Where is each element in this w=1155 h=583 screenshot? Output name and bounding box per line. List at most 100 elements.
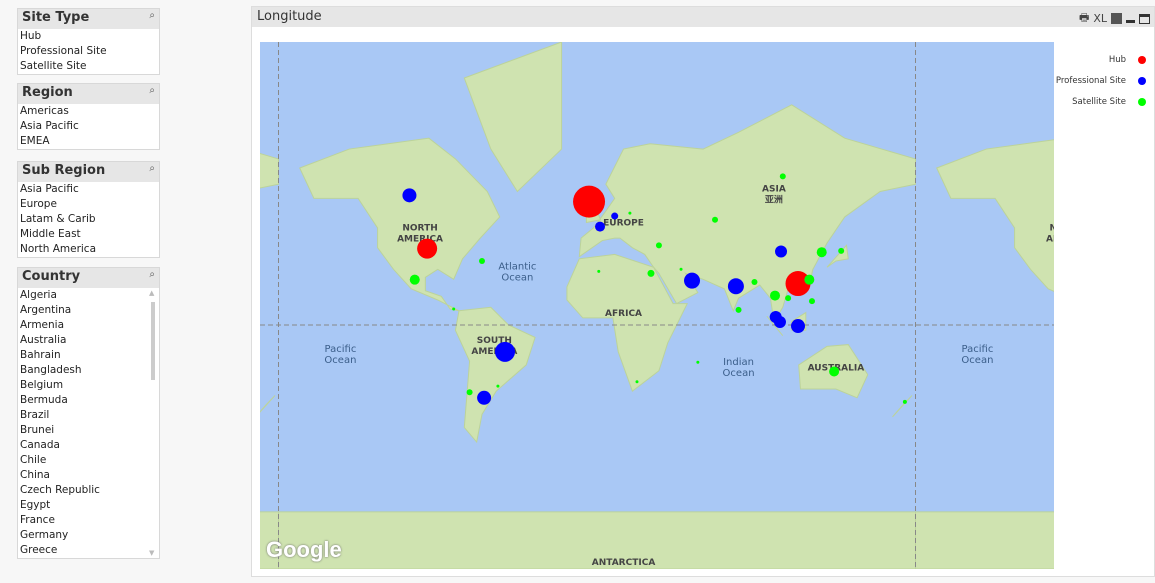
site-marker-satellite-site[interactable] (696, 360, 700, 364)
site-marker-satellite-site[interactable] (902, 399, 907, 404)
site-marker-professional-site[interactable] (402, 188, 417, 203)
listbox-item[interactable]: North America (18, 242, 159, 257)
listbox-item[interactable]: Armenia (18, 318, 159, 333)
map-label: Atlantic Ocean (498, 261, 536, 283)
listbox-item[interactable]: Germany (18, 528, 159, 543)
listbox-item[interactable]: Chile (18, 453, 159, 468)
send-to-excel-button[interactable]: XL (1093, 12, 1107, 25)
listbox-header[interactable]: Country ⌕ (18, 268, 159, 288)
listbox-item[interactable]: Hub (18, 29, 159, 44)
listbox-item[interactable]: Algeria (18, 288, 159, 303)
minimize-icon[interactable] (1126, 20, 1135, 23)
site-marker-satellite-site[interactable] (779, 173, 786, 180)
map-canvas[interactable]: NORTH AMERICASOUTH AMERICAEUROPEAFRICAASIA… (260, 42, 1054, 569)
listbox-item[interactable]: Brazil (18, 408, 159, 423)
site-marker-professional-site[interactable] (791, 319, 806, 334)
site-marker-professional-site[interactable] (477, 390, 492, 405)
listbox-item[interactable]: Professional Site (18, 44, 159, 59)
site-marker-satellite-site[interactable] (816, 247, 827, 258)
site-marker-satellite-site[interactable] (679, 267, 683, 271)
listbox-item[interactable]: Argentina (18, 303, 159, 318)
listbox-item[interactable]: Czech Republic (18, 483, 159, 498)
site-marker-satellite-site[interactable] (838, 247, 845, 254)
scroll-up-icon[interactable]: ▲ (149, 289, 154, 297)
scrollbar[interactable]: ▲ ▼ (148, 288, 159, 558)
listbox-item[interactable]: Asia Pacific (18, 182, 159, 197)
site-marker-satellite-site[interactable] (712, 216, 719, 223)
search-icon[interactable]: ⌕ (149, 269, 155, 280)
listbox-item[interactable]: Bahrain (18, 348, 159, 363)
listbox-item[interactable]: EMEA (18, 134, 159, 149)
site-marker-satellite-site[interactable] (478, 257, 485, 264)
listbox-item[interactable]: Belgium (18, 378, 159, 393)
listbox-item[interactable]: Australia (18, 333, 159, 348)
search-icon[interactable]: ⌕ (149, 85, 155, 96)
listbox-item[interactable]: Canada (18, 438, 159, 453)
listbox-sub-region: Sub Region ⌕ Asia Pacific Europe Latam & Ca… (17, 161, 160, 258)
listbox-item[interactable]: Egypt (18, 498, 159, 513)
site-marker-satellite-site[interactable] (628, 211, 632, 215)
chart-caption: Longitude 🖶 XL (252, 7, 1154, 27)
listbox-country: Country ⌕ Algeria Argentina Armenia Australi… (17, 267, 160, 559)
listbox-header[interactable]: Region ⌕ (18, 84, 159, 104)
search-icon[interactable]: ⌕ (149, 163, 155, 174)
chart-title: Longitude (257, 9, 322, 24)
site-marker-satellite-site[interactable] (452, 307, 456, 311)
site-marker-satellite-site[interactable] (808, 298, 815, 305)
site-marker-satellite-site[interactable] (735, 306, 742, 313)
print-icon[interactable]: 🖶 (1079, 9, 1089, 28)
site-marker-satellite-site[interactable] (597, 269, 601, 273)
listbox-item[interactable]: Brunei (18, 423, 159, 438)
site-marker-hub[interactable] (417, 238, 438, 259)
site-marker-satellite-site[interactable] (496, 384, 500, 388)
site-marker-satellite-site[interactable] (409, 274, 420, 285)
site-marker-satellite-site[interactable] (785, 295, 792, 302)
listbox-site-type: Site Type ⌕ Hub Professional Site Satellite… (17, 8, 160, 75)
site-marker-satellite-site[interactable] (647, 269, 655, 277)
site-marker-professional-site[interactable] (494, 341, 515, 362)
restore-icon[interactable] (1111, 13, 1122, 24)
listbox-item[interactable]: Middle East (18, 227, 159, 242)
listbox-item[interactable]: Greece (18, 543, 159, 558)
legend-label: Satellite Site (1072, 96, 1126, 107)
listbox-header[interactable]: Sub Region ⌕ (18, 162, 159, 182)
site-marker-professional-site[interactable] (773, 315, 786, 328)
site-marker-satellite-site[interactable] (770, 290, 781, 301)
map-label: Pacific Ocean (324, 344, 356, 366)
site-marker-satellite-site[interactable] (829, 366, 840, 377)
listbox-item[interactable]: Asia Pacific (18, 119, 159, 134)
world-map[interactable]: NORTH AMERICA SOUTH AMERICA EUROPE AFRICA ASIA… (260, 42, 1054, 569)
maximize-icon[interactable] (1139, 13, 1150, 24)
listbox-title: Region (22, 85, 73, 100)
listbox-header[interactable]: Site Type ⌕ (18, 9, 159, 29)
listbox-item[interactable]: France (18, 513, 159, 528)
listbox-item[interactable]: Bermuda (18, 393, 159, 408)
site-marker-satellite-site[interactable] (751, 279, 758, 286)
site-marker-professional-site[interactable] (684, 272, 701, 289)
site-marker-professional-site[interactable] (611, 212, 619, 220)
legend: Hub Professional Site Satellite Site (1056, 49, 1146, 112)
site-marker-professional-site[interactable] (595, 221, 606, 232)
listbox-item[interactable]: Satellite Site (18, 59, 159, 74)
map-label: EUROPE (603, 218, 644, 228)
site-marker-satellite-site[interactable] (804, 274, 815, 285)
site-marker-hub[interactable] (573, 185, 606, 218)
land-shape (454, 306, 536, 444)
map-label: AFRICA (605, 309, 642, 319)
listbox-item[interactable]: Americas (18, 104, 159, 119)
site-marker-satellite-site[interactable] (635, 380, 639, 384)
scrollbar-thumb[interactable] (151, 302, 155, 380)
site-marker-satellite-site[interactable] (655, 242, 662, 249)
site-marker-satellite-site[interactable] (466, 389, 473, 396)
search-icon[interactable]: ⌕ (149, 10, 155, 21)
site-marker-professional-site[interactable] (727, 278, 744, 295)
listbox-item[interactable]: China (18, 468, 159, 483)
google-logo: Google (266, 537, 342, 562)
map-label: ASIA 亚洲 (762, 184, 786, 205)
listbox-item[interactable]: Latam & Carib (18, 212, 159, 227)
scroll-down-icon[interactable]: ▼ (149, 549, 154, 557)
listbox-item[interactable]: Bangladesh (18, 363, 159, 378)
legend-label: Hub (1108, 54, 1126, 65)
site-marker-professional-site[interactable] (775, 245, 788, 258)
listbox-item[interactable]: Europe (18, 197, 159, 212)
